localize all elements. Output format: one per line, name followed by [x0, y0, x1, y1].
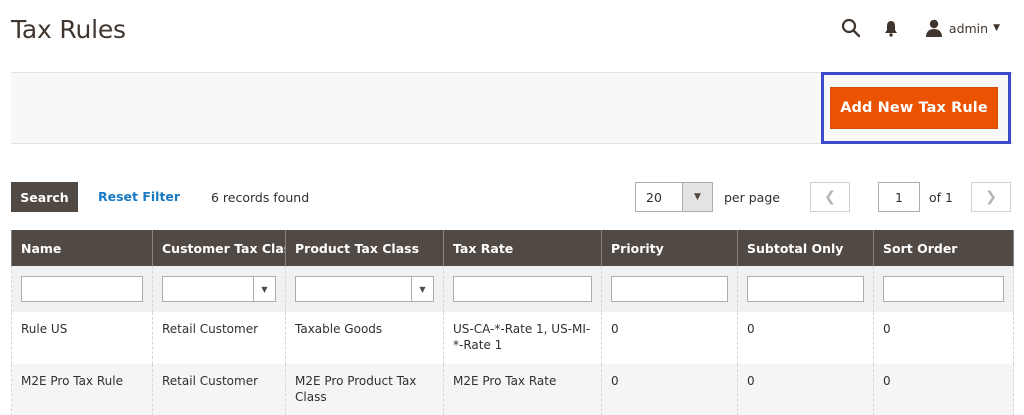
page-title: Tax Rules	[11, 15, 126, 44]
cell-subtotal-only: 0	[737, 312, 874, 364]
column-header-product-tax-class[interactable]: Product Tax Class	[285, 230, 444, 266]
tax-rules-grid: Name Customer Tax Class Product Tax Clas…	[11, 230, 1014, 415]
search-icon[interactable]	[841, 18, 861, 38]
tax-rate-filter-input[interactable]	[453, 276, 592, 302]
cell-customer-tax-class: Retail Customer	[152, 312, 286, 364]
cell-sort-order: 0	[873, 364, 1014, 415]
chevron-down-icon[interactable]: ▼	[682, 183, 712, 211]
table-row[interactable]: M2E Pro Tax Rule Retail Customer M2E Pro…	[11, 364, 1014, 415]
per-page-select[interactable]: 20 ▼	[635, 182, 713, 212]
cell-tax-rate: M2E Pro Tax Rate	[443, 364, 602, 415]
cell-priority: 0	[601, 312, 738, 364]
user-menu[interactable]: admin ▼	[925, 19, 1000, 37]
subtotal-only-filter-input[interactable]	[747, 276, 864, 302]
grid-header-row: Name Customer Tax Class Product Tax Clas…	[11, 230, 1014, 266]
add-new-tax-rule-button[interactable]: Add New Tax Rule	[830, 87, 998, 129]
chevron-right-icon: ❯	[985, 189, 997, 205]
table-row[interactable]: Rule US Retail Customer Taxable Goods US…	[11, 312, 1014, 364]
cell-customer-tax-class: Retail Customer	[152, 364, 286, 415]
cell-name: Rule US	[11, 312, 153, 364]
cell-name: M2E Pro Tax Rule	[11, 364, 153, 415]
previous-page-button[interactable]: ❮	[810, 182, 850, 212]
per-page-value: 20	[646, 189, 662, 205]
cell-product-tax-class: Taxable Goods	[285, 312, 444, 364]
chevron-down-icon: ▼	[253, 277, 275, 301]
column-header-name[interactable]: Name	[11, 230, 153, 266]
column-header-subtotal-only[interactable]: Subtotal Only	[737, 230, 874, 266]
product-tax-class-filter-select[interactable]: ▼	[295, 276, 434, 302]
header-actions: admin ▼	[841, 18, 1000, 38]
total-pages-label: of 1	[929, 190, 953, 205]
user-name: admin	[948, 20, 989, 36]
cell-priority: 0	[601, 364, 738, 415]
chevron-down-icon: ▼	[411, 277, 433, 301]
current-page-input[interactable]	[878, 182, 920, 212]
filter-row: ▼ ▼	[11, 266, 1014, 312]
reset-filter-link[interactable]: Reset Filter	[98, 189, 180, 204]
customer-tax-class-filter-select[interactable]: ▼	[162, 276, 276, 302]
next-page-button[interactable]: ❯	[971, 182, 1011, 212]
search-button[interactable]: Search	[11, 182, 78, 212]
per-page-label: per page	[724, 190, 780, 205]
records-count: 6 records found	[211, 190, 310, 205]
cell-subtotal-only: 0	[737, 364, 874, 415]
column-header-tax-rate[interactable]: Tax Rate	[443, 230, 602, 266]
name-filter-input[interactable]	[21, 276, 143, 302]
chevron-left-icon: ❮	[824, 189, 836, 205]
column-header-sort-order[interactable]: Sort Order	[873, 230, 1014, 266]
priority-filter-input[interactable]	[611, 276, 728, 302]
cell-product-tax-class: M2E Pro Product Tax Class	[285, 364, 444, 415]
sort-order-filter-input[interactable]	[883, 276, 1004, 302]
column-header-customer-tax-class[interactable]: Customer Tax Class	[152, 230, 286, 266]
bell-icon[interactable]	[883, 19, 899, 37]
cell-sort-order: 0	[873, 312, 1014, 364]
user-icon	[925, 19, 943, 37]
column-header-priority[interactable]: Priority	[601, 230, 738, 266]
chevron-down-icon: ▼	[993, 23, 1000, 33]
cell-tax-rate: US-CA-*-Rate 1, US-MI-*-Rate 1	[443, 312, 602, 364]
